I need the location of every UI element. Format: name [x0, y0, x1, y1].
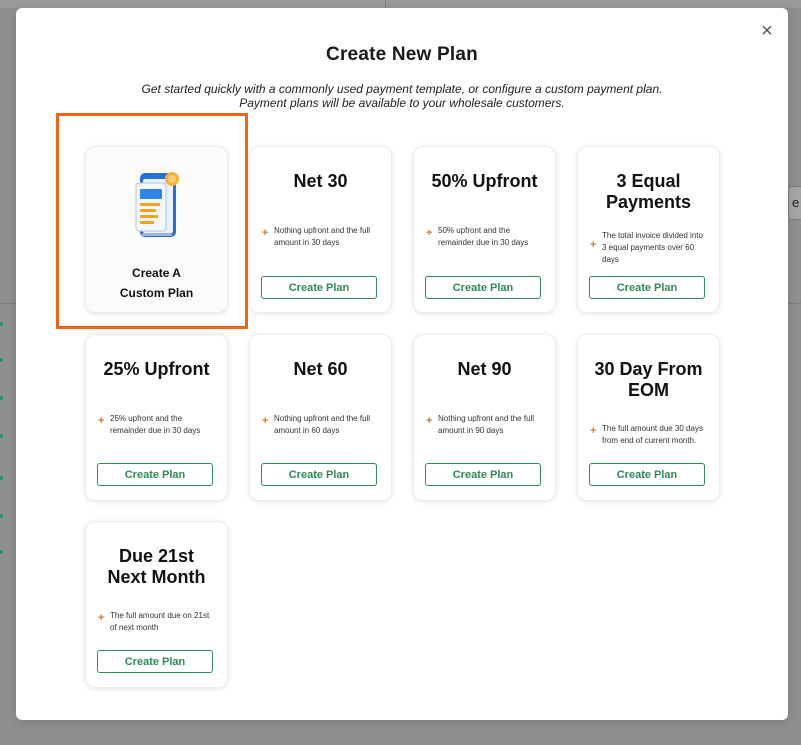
background-button-label: e N — [792, 195, 801, 210]
plan-description: + The full amount due 30 days from end o… — [590, 423, 707, 447]
plus-icon: + — [262, 415, 269, 427]
plan-description: + The total invoice divided into 3 equal… — [590, 230, 707, 266]
plan-card-30-day-from-eom: 30 Day From EOM + The full amount due 30… — [577, 334, 720, 501]
plan-description-text: Nothing upfront and the full amount in 3… — [274, 226, 371, 247]
background-marker — [0, 358, 3, 362]
plus-icon: + — [426, 415, 433, 427]
plan-title: Net 30 — [293, 171, 348, 191]
plan-description-text: The total invoice divided into 3 equal p… — [602, 231, 703, 264]
create-plan-button[interactable]: Create Plan — [425, 276, 541, 299]
plan-description: + 50% upfront and the remainder due in 3… — [426, 225, 543, 249]
create-plan-button[interactable]: Create Plan — [589, 463, 705, 486]
plus-icon: + — [590, 425, 597, 437]
plan-title: Net 90 — [457, 359, 512, 379]
plan-description: + 25% upfront and the remainder due in 3… — [98, 413, 215, 437]
plan-description-text: The full amount due 30 days from end of … — [602, 424, 703, 445]
highlight-frame — [56, 113, 248, 329]
background-marker — [0, 514, 3, 518]
create-plan-button[interactable]: Create Plan — [261, 463, 377, 486]
plan-title: Due 21st Next Month — [107, 546, 206, 587]
plus-icon: + — [262, 227, 269, 239]
plan-card-due-21st-next-month: Due 21st Next Month + The full amount du… — [85, 521, 228, 688]
plan-description-text: Nothing upfront and the full amount in 9… — [438, 414, 535, 435]
plan-card-25-upfront: 25% Upfront + 25% upfront and the remain… — [85, 334, 228, 501]
plus-icon: + — [98, 612, 105, 624]
plan-description-text: 50% upfront and the remainder due in 30 … — [438, 226, 529, 247]
plan-card-net-90: Net 90 + Nothing upfront and the full am… — [413, 334, 556, 501]
plan-title: 3 Equal Payments — [605, 171, 692, 212]
plan-card-net-30: Net 30 + Nothing upfront and the full am… — [249, 146, 392, 313]
background-marker — [0, 322, 3, 326]
create-plan-button[interactable]: Create Plan — [97, 463, 213, 486]
plan-description-text: Nothing upfront and the full amount in 6… — [274, 414, 371, 435]
background-divider — [0, 303, 16, 304]
plan-title: Net 60 — [293, 359, 348, 379]
modal-subtitle: Get started quickly with a commonly used… — [141, 82, 663, 110]
plan-description-text: 25% upfront and the remainder due in 30 … — [110, 414, 201, 435]
create-plan-button[interactable]: Create Plan — [97, 650, 213, 673]
background-marker — [0, 476, 3, 480]
plan-card-net-60: Net 60 + Nothing upfront and the full am… — [249, 334, 392, 501]
plan-description-text: The full amount due on 21st of next mont… — [110, 611, 210, 632]
plan-description: + Nothing upfront and the full amount in… — [262, 413, 379, 437]
plan-title: 25% Upfront — [103, 359, 210, 379]
close-icon[interactable]: × — [758, 21, 776, 41]
background-marker — [0, 550, 3, 554]
create-plan-button[interactable]: Create Plan — [261, 276, 377, 299]
background-button: e N — [788, 186, 801, 220]
background-divider — [788, 303, 801, 304]
create-plan-button[interactable]: Create Plan — [589, 276, 705, 299]
plan-card-50-upfront: 50% Upfront + 50% upfront and the remain… — [413, 146, 556, 313]
modal-title: Create New Plan — [326, 44, 478, 65]
plus-icon: + — [426, 227, 433, 239]
background-top-bar — [0, 0, 801, 8]
plan-title: 30 Day From EOM — [594, 359, 703, 400]
background-marker — [0, 396, 3, 400]
plus-icon: + — [590, 239, 597, 251]
plan-card-3-equal-payments: 3 Equal Payments + The total invoice div… — [577, 146, 720, 313]
plan-title: 50% Upfront — [431, 171, 538, 191]
plan-description: + Nothing upfront and the full amount in… — [426, 413, 543, 437]
plus-icon: + — [98, 415, 105, 427]
create-plan-button[interactable]: Create Plan — [425, 463, 541, 486]
background-marker — [0, 434, 3, 438]
plan-description: + The full amount due on 21st of next mo… — [98, 610, 215, 634]
background-divider — [385, 0, 386, 8]
plan-description: + Nothing upfront and the full amount in… — [262, 225, 379, 249]
